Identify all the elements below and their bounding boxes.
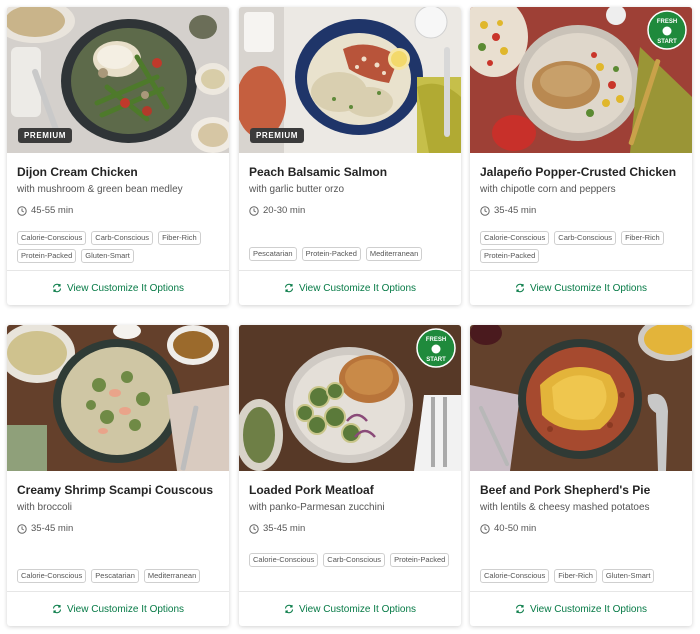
tag: Carb-Conscious — [91, 231, 154, 245]
cook-time: 20-30 min — [249, 205, 451, 216]
svg-text:START: START — [426, 357, 446, 363]
swap-arrows-icon — [284, 283, 294, 293]
tag: Mediterranean — [365, 247, 423, 261]
recipe-subtitle: with broccoli — [17, 502, 73, 513]
recipe-subtitle: with garlic butter orzo — [249, 184, 345, 195]
tag: Fiber-Rich — [554, 569, 597, 583]
recipe-subtitle: with mushroom & green bean medley — [17, 184, 183, 195]
tag: Pescatarian — [249, 247, 297, 261]
clock-icon — [249, 205, 259, 216]
tag: Calorie-Conscious — [17, 569, 87, 583]
tag: Gluten-Smart — [81, 249, 134, 263]
clock-icon — [17, 523, 27, 534]
cook-time: 35-45 min — [17, 523, 219, 534]
recipe-card[interactable]: Beef and Pork Shepherd's Pie with lentil… — [470, 325, 692, 626]
clock-icon — [249, 523, 259, 534]
tag-list: Calorie-Conscious Fiber-Rich Gluten-Smar… — [480, 569, 686, 583]
tag: Protein-Packed — [17, 249, 77, 263]
tag: Fiber-Rich — [158, 231, 201, 245]
customize-options-link[interactable]: View Customize It Options — [470, 591, 692, 626]
recipe-subtitle: with chipotle corn and peppers — [480, 184, 616, 195]
recipe-subtitle: with lentils & cheesy mashed potatoes — [480, 502, 650, 513]
recipe-photo[interactable]: FRESH START — [470, 7, 692, 153]
svg-text:START: START — [657, 39, 677, 45]
swap-arrows-icon — [284, 604, 294, 614]
recipe-card[interactable]: FRESH START Jalapeño Popper-Crusted Chic… — [470, 7, 692, 305]
clock-icon — [480, 523, 490, 534]
fresh-start-logo: FRESH START — [416, 328, 456, 368]
recipe-photo[interactable] — [470, 325, 692, 471]
tag-list: Calorie-Conscious Carb-Conscious Fiber-R… — [17, 231, 223, 263]
premium-badge: PREMIUM — [250, 128, 304, 143]
swap-arrows-icon — [52, 283, 62, 293]
svg-text:FRESH: FRESH — [426, 337, 446, 343]
cook-time-label: 35-45 min — [263, 523, 306, 534]
tag-list: Calorie-Conscious Carb-Conscious Protein… — [249, 553, 455, 567]
fresh-start-logo: FRESH START — [647, 10, 687, 50]
tag-list: Pescatarian Protein-Packed Mediterranean — [249, 247, 455, 261]
clock-icon — [17, 205, 27, 216]
recipe-title[interactable]: Jalapeño Popper-Crusted Chicken — [480, 165, 682, 180]
customize-options-label: View Customize It Options — [298, 282, 417, 294]
customize-options-link[interactable]: View Customize It Options — [239, 270, 461, 305]
customize-options-label: View Customize It Options — [66, 282, 185, 294]
recipe-card[interactable]: Creamy Shrimp Scampi Couscous with brocc… — [7, 325, 229, 626]
recipe-card[interactable]: PREMIUM Dijon Cream Chicken with mushroo… — [7, 7, 229, 305]
recipe-photo[interactable]: PREMIUM — [239, 7, 461, 153]
customize-options-label: View Customize It Options — [529, 603, 648, 615]
cook-time: 35-45 min — [249, 523, 451, 534]
swap-arrows-icon — [52, 604, 62, 614]
customize-options-link[interactable]: View Customize It Options — [239, 591, 461, 626]
cook-time-label: 35-45 min — [31, 523, 74, 534]
cook-time-label: 45-55 min — [31, 205, 74, 216]
tag: Mediterranean — [143, 569, 201, 583]
tag: Fiber-Rich — [621, 231, 664, 245]
customize-options-label: View Customize It Options — [66, 603, 185, 615]
cook-time-label: 35-45 min — [494, 205, 537, 216]
customize-options-link[interactable]: View Customize It Options — [470, 270, 692, 305]
swap-arrows-icon — [515, 283, 525, 293]
recipe-photo[interactable] — [7, 325, 229, 471]
recipe-subtitle: with panko-Parmesan zucchini — [249, 502, 385, 513]
customize-options-label: View Customize It Options — [298, 603, 417, 615]
recipe-card[interactable]: PREMIUM Peach Balsamic Salmon with garli… — [239, 7, 461, 305]
recipe-card[interactable]: FRESH START Loaded Pork Meatloaf with pa… — [239, 325, 461, 626]
customize-options-label: View Customize It Options — [529, 282, 648, 294]
tag: Protein-Packed — [301, 247, 361, 261]
tag: Carb-Conscious — [554, 231, 617, 245]
clock-icon — [480, 205, 490, 216]
recipe-photo[interactable]: FRESH START — [239, 325, 461, 471]
recipe-photo[interactable]: PREMIUM — [7, 7, 229, 153]
tag-list: Calorie-Conscious Carb-Conscious Fiber-R… — [480, 231, 686, 263]
recipe-title[interactable]: Creamy Shrimp Scampi Couscous — [17, 483, 219, 498]
recipe-title[interactable]: Peach Balsamic Salmon — [249, 165, 451, 180]
customize-options-link[interactable]: View Customize It Options — [7, 591, 229, 626]
tag: Calorie-Conscious — [249, 553, 319, 567]
cook-time: 40-50 min — [480, 523, 682, 534]
tag: Protein-Packed — [390, 553, 450, 567]
recipe-title[interactable]: Loaded Pork Meatloaf — [249, 483, 451, 498]
recipe-title[interactable]: Beef and Pork Shepherd's Pie — [480, 483, 682, 498]
tag: Carb-Conscious — [323, 553, 386, 567]
customize-options-link[interactable]: View Customize It Options — [7, 270, 229, 305]
recipe-title[interactable]: Dijon Cream Chicken — [17, 165, 219, 180]
tag: Calorie-Conscious — [480, 569, 550, 583]
cook-time: 45-55 min — [17, 205, 219, 216]
tag: Calorie-Conscious — [17, 231, 87, 245]
svg-text:FRESH: FRESH — [657, 19, 677, 25]
tag: Pescatarian — [91, 569, 139, 583]
recipe-grid: PREMIUM Dijon Cream Chicken with mushroo… — [0, 0, 700, 634]
cook-time-label: 40-50 min — [494, 523, 537, 534]
tag: Protein-Packed — [480, 249, 540, 263]
tag: Gluten-Smart — [601, 569, 655, 583]
swap-arrows-icon — [515, 604, 525, 614]
cook-time: 35-45 min — [480, 205, 682, 216]
premium-badge: PREMIUM — [18, 128, 72, 143]
tag-list: Calorie-Conscious Pescatarian Mediterran… — [17, 569, 223, 583]
cook-time-label: 20-30 min — [263, 205, 306, 216]
tag: Calorie-Conscious — [480, 231, 550, 245]
